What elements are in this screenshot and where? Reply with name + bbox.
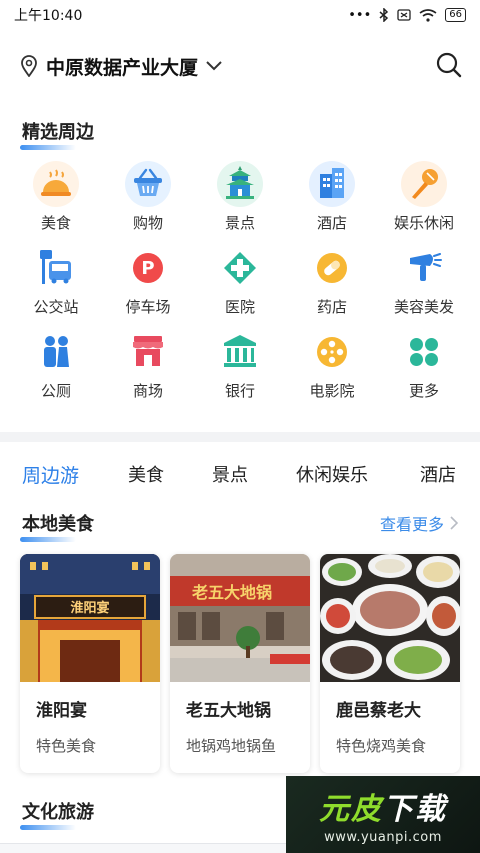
section-title-local-food: 本地美食 [20, 510, 94, 542]
bluetooth-icon [379, 8, 389, 22]
category-label: 购物 [132, 214, 163, 232]
bank-icon [224, 335, 256, 367]
category-beauty-salon[interactable]: 美容美发 [378, 244, 470, 328]
category-label: 银行 [224, 382, 255, 400]
section-title-nearby: 精选周边 [20, 118, 94, 150]
category-label: 美食 [40, 214, 71, 232]
food-card[interactable]: 淮阳宴 淮阳宴 特色美食 [20, 554, 160, 773]
category-label: 电影院 [309, 382, 355, 400]
tab-hotel[interactable]: 酒店 [420, 461, 456, 487]
category-bus-stop[interactable]: 公交站 [10, 244, 102, 328]
watermark-text: 元皮 [319, 792, 383, 827]
location-bar[interactable]: 中原数据产业大厦 [0, 44, 480, 88]
category-hotel[interactable]: 酒店 [286, 160, 378, 244]
wifi-icon [419, 8, 437, 22]
hospital-cross-icon [224, 252, 256, 284]
tab-food[interactable]: 美食 [128, 461, 164, 487]
food-card-tag: 特色美食 [36, 737, 97, 755]
food-card[interactable]: 鹿邑蔡老大 特色烧鸡美食 [320, 554, 460, 773]
parking-icon: P [133, 253, 163, 283]
dishes-photo [320, 554, 460, 682]
restaurant-sign: 淮阳宴 [69, 600, 109, 616]
category-mall[interactable]: 商场 [102, 328, 194, 412]
category-tabs: 周边游 美食 景点 休闲娱乐 酒店 [0, 452, 480, 496]
status-bar: 上午10:40 ••• 66 [0, 0, 480, 30]
restaurant-photo: 淮阳宴 [20, 554, 160, 682]
notification-dots-icon: ••• [348, 7, 372, 23]
nearby-category-grid: 美食 购物 景点 酒店 娱乐休闲 公交站 P 停车场 医院 药店 美容美发 公厕… [10, 160, 470, 412]
pill-icon [317, 253, 347, 283]
food-card-tag: 特色烧鸡美食 [336, 737, 427, 755]
category-bank[interactable]: 银行 [194, 328, 286, 412]
food-cloche-icon [33, 161, 79, 207]
hotel-building-icon [309, 161, 355, 207]
category-restroom[interactable]: 公厕 [10, 328, 102, 412]
category-label: 美容美发 [393, 298, 454, 316]
chevron-down-icon[interactable] [206, 61, 222, 71]
bus-stop-icon [40, 250, 71, 284]
tab-attractions[interactable]: 景点 [212, 461, 248, 487]
tab-nearby-travel[interactable]: 周边游 [22, 461, 79, 488]
category-label: 娱乐休闲 [393, 214, 454, 232]
category-label: 医院 [224, 298, 255, 316]
restaurant-sign: 老五大地锅 [191, 583, 272, 602]
no-sim-icon [397, 9, 411, 21]
watermark-url: www.yuanpi.com [324, 830, 442, 845]
chevron-right-icon [450, 516, 458, 530]
location-pin-icon [21, 55, 37, 77]
see-more-link[interactable]: 查看更多 [380, 511, 458, 535]
category-hospital[interactable]: 医院 [194, 244, 286, 328]
status-time: 上午10:40 [14, 8, 83, 24]
temple-icon [217, 161, 263, 207]
category-label: 商场 [132, 382, 163, 400]
category-label: 公厕 [40, 382, 71, 400]
food-card-name: 鹿邑蔡老大 [336, 701, 421, 721]
microphone-icon [401, 161, 447, 207]
mall-storefront-icon [133, 336, 163, 366]
category-pharmacy[interactable]: 药店 [286, 244, 378, 328]
section-title-culture-travel: 文化旅游 [20, 798, 94, 830]
svg-text:P: P [141, 258, 154, 279]
food-card[interactable]: 老五大地锅 老五大地锅 地锅鸡地锅鱼 [170, 554, 310, 773]
category-label: 公交站 [33, 298, 79, 316]
tab-leisure[interactable]: 休闲娱乐 [296, 461, 368, 487]
battery-icon: 66 [445, 8, 466, 22]
food-card-list: 淮阳宴 淮阳宴 特色美食 老五大地锅 老五大地锅 地锅鸡地锅鱼 鹿邑蔡老大 特色… [20, 554, 480, 773]
film-reel-icon [317, 337, 347, 367]
category-entertainment[interactable]: 娱乐休闲 [378, 160, 470, 244]
section-divider [0, 432, 480, 442]
category-label: 景点 [224, 214, 255, 232]
category-label: 停车场 [125, 298, 171, 316]
shopping-basket-icon [125, 161, 171, 207]
category-parking[interactable]: P 停车场 [102, 244, 194, 328]
restaurant-photo: 老五大地锅 [170, 554, 310, 682]
category-label: 酒店 [316, 214, 347, 232]
restroom-icon [44, 336, 69, 367]
food-card-name: 淮阳宴 [36, 701, 87, 721]
search-icon[interactable] [436, 52, 462, 78]
category-shopping[interactable]: 购物 [102, 160, 194, 244]
food-card-name: 老五大地锅 [186, 701, 271, 721]
category-label: 药店 [316, 298, 347, 316]
watermark-text: 下载 [383, 792, 447, 827]
category-food[interactable]: 美食 [10, 160, 102, 244]
category-attractions[interactable]: 景点 [194, 160, 286, 244]
category-more[interactable]: 更多 [378, 328, 470, 412]
more-clover-icon [410, 338, 438, 366]
hair-dryer-icon [410, 253, 442, 281]
site-watermark: 元皮下载 www.yuanpi.com [286, 776, 480, 853]
food-card-tag: 地锅鸡地锅鱼 [186, 737, 277, 755]
category-label: 更多 [408, 382, 439, 400]
category-cinema[interactable]: 电影院 [286, 328, 378, 412]
current-location[interactable]: 中原数据产业大厦 [46, 53, 198, 80]
